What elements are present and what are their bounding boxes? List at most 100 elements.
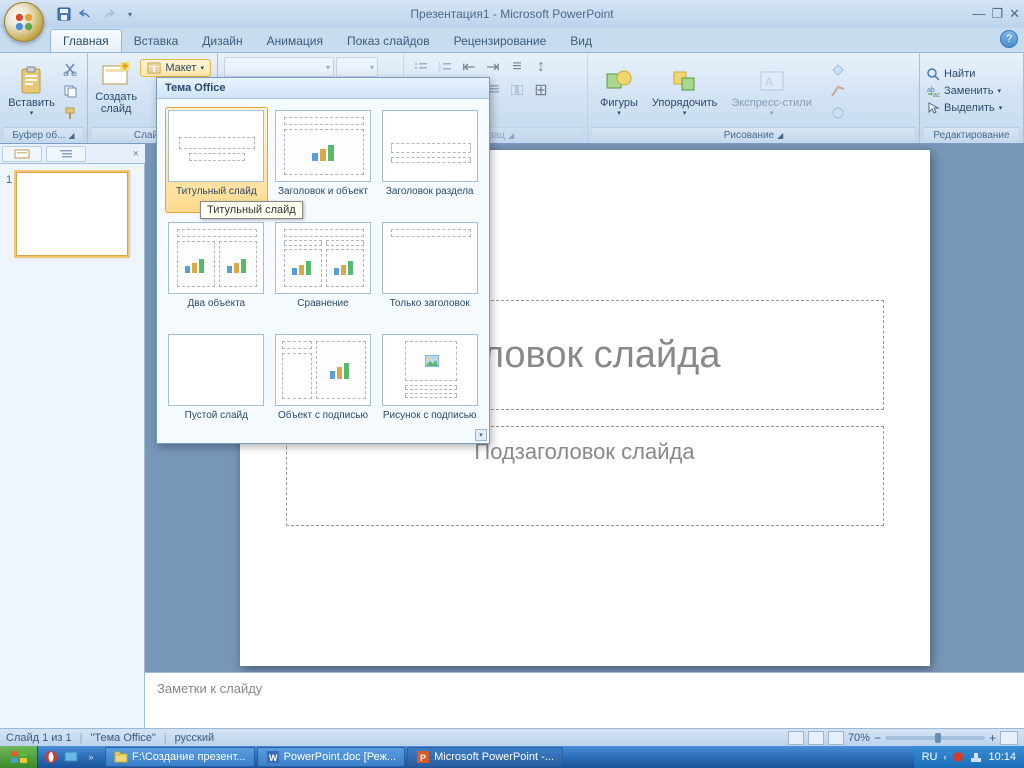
taskbar-item-explorer[interactable]: F:\Создание презент... — [105, 747, 255, 767]
smartart-icon[interactable]: ⊞ — [530, 80, 552, 100]
tab-review[interactable]: Рецензирование — [442, 30, 559, 52]
layout-gallery: Тема Office Титульный слайд Заголовок и … — [156, 77, 490, 444]
tab-insert[interactable]: Вставка — [122, 30, 191, 52]
arrange-button[interactable]: Упорядочить▾ — [646, 63, 723, 119]
numbering-icon[interactable]: 12 — [434, 57, 456, 77]
new-slide-icon — [100, 59, 132, 91]
ribbon-tabs: Главная Вставка Дизайн Анимация Показ сл… — [0, 28, 1024, 52]
font-family-combo[interactable] — [224, 57, 334, 77]
new-slide-button[interactable]: Создать слайд — [94, 57, 138, 117]
fit-window-icon[interactable] — [1000, 731, 1018, 745]
tab-home[interactable]: Главная — [50, 29, 122, 52]
zoom-level[interactable]: 70% — [848, 732, 870, 744]
columns-icon[interactable] — [506, 80, 528, 100]
find-button[interactable]: Найти — [926, 67, 1002, 81]
system-tray: RU ‹ 10:14 — [914, 746, 1024, 768]
layout-item-picture-caption[interactable]: Рисунок с подписью — [378, 331, 481, 437]
font-size-combo[interactable] — [336, 57, 378, 77]
ql-desktop-icon[interactable] — [62, 748, 80, 766]
copy-icon[interactable] — [59, 81, 81, 101]
tray-expand-icon[interactable]: ‹ — [943, 752, 946, 762]
new-slide-label: Создать слайд — [95, 91, 137, 115]
tray-network-icon[interactable] — [970, 751, 982, 763]
layout-item-comparison[interactable]: Сравнение — [272, 219, 375, 325]
svg-text:ac: ac — [933, 92, 940, 98]
gallery-header: Тема Office — [157, 78, 489, 99]
qat-customize-icon[interactable]: ▾ — [120, 4, 140, 24]
notes-pane[interactable]: Заметки к слайду — [145, 672, 1024, 728]
zoom-out-icon[interactable]: − — [874, 731, 881, 745]
ql-more-icon[interactable]: » — [82, 748, 100, 766]
text-direction-icon[interactable]: ↕ — [530, 57, 552, 77]
format-painter-icon[interactable] — [59, 103, 81, 123]
tray-shield-icon[interactable] — [952, 751, 964, 763]
sorter-view-icon[interactable] — [808, 731, 824, 745]
slides-tab-icon[interactable] — [2, 146, 42, 162]
select-button[interactable]: Выделить▾ — [926, 101, 1002, 115]
drawing-group-label: Рисование — [724, 130, 774, 141]
layout-item-title-only[interactable]: Только заголовок — [378, 219, 481, 325]
slideshow-view-icon[interactable] — [828, 731, 844, 745]
shape-effects-icon[interactable] — [824, 103, 852, 123]
layout-item-two-content[interactable]: Два объекта — [165, 219, 268, 325]
dialog-launcher-icon[interactable]: ◢ — [508, 131, 514, 140]
decrease-indent-icon[interactable]: ⇤ — [458, 57, 480, 77]
gallery-scroll-icon[interactable]: ▾ — [475, 429, 487, 441]
dialog-launcher-icon[interactable]: ◢ — [777, 131, 783, 140]
tab-slideshow[interactable]: Показ слайдов — [335, 30, 442, 52]
ribbon: Вставить ▾ Буфер об...◢ Создать слайд Ма… — [0, 52, 1024, 144]
title-bar: ▾ Презентация1 - Microsoft PowerPoint — … — [0, 0, 1024, 28]
status-language[interactable]: русский — [175, 732, 214, 744]
line-spacing-icon[interactable]: ≡ — [506, 57, 528, 77]
dialog-launcher-icon[interactable]: ◢ — [68, 131, 74, 140]
office-button[interactable] — [4, 2, 44, 42]
slide-thumbnail[interactable]: 1 — [0, 168, 144, 260]
normal-view-icon[interactable] — [788, 731, 804, 745]
ql-opera-icon[interactable] — [42, 748, 60, 766]
shapes-button[interactable]: Фигуры▾ — [594, 63, 644, 119]
layout-item-blank[interactable]: Пустой слайд — [165, 331, 268, 437]
minimize-icon[interactable]: — — [972, 6, 985, 22]
replace-button[interactable]: abacЗаменить▾ — [926, 84, 1002, 98]
shape-outline-icon[interactable] — [824, 81, 852, 101]
zoom-in-icon[interactable]: + — [989, 731, 996, 745]
notes-placeholder: Заметки к слайду — [157, 681, 262, 696]
shape-fill-icon[interactable] — [824, 59, 852, 79]
layout-item-section-header[interactable]: Заголовок раздела — [378, 107, 481, 213]
subtitle-placeholder-text: Подзаголовок слайда — [474, 439, 694, 465]
layout-item-content-caption[interactable]: Объект с подписью — [272, 331, 375, 437]
increase-indent-icon[interactable]: ⇥ — [482, 57, 504, 77]
tab-design[interactable]: Дизайн — [190, 30, 254, 52]
start-button[interactable] — [0, 746, 38, 768]
svg-text:W: W — [269, 753, 278, 763]
outline-tab-icon[interactable] — [46, 146, 86, 162]
tab-animation[interactable]: Анимация — [255, 30, 335, 52]
redo-icon[interactable] — [98, 4, 118, 24]
cut-icon[interactable] — [59, 59, 81, 79]
layout-label: Объект с подписью — [278, 410, 368, 434]
layout-button[interactable]: Макет▾ — [140, 59, 211, 77]
save-icon[interactable] — [54, 4, 74, 24]
tab-view[interactable]: Вид — [558, 30, 604, 52]
help-icon[interactable]: ? — [1000, 30, 1018, 48]
layout-item-title-slide[interactable]: Титульный слайд — [165, 107, 268, 213]
layout-item-title-content[interactable]: Заголовок и объект — [272, 107, 375, 213]
clipboard-icon — [16, 65, 48, 97]
taskbar-item-powerpoint[interactable]: P Microsoft PowerPoint -... — [407, 747, 563, 767]
task-label: Microsoft PowerPoint -... — [434, 751, 554, 763]
close-panel-icon[interactable]: × — [133, 148, 139, 160]
close-icon[interactable]: ✕ — [1009, 6, 1020, 22]
restore-icon[interactable]: ❐ — [991, 6, 1003, 22]
paste-button[interactable]: Вставить ▾ — [6, 63, 57, 119]
zoom-slider[interactable] — [885, 736, 985, 740]
svg-text:P: P — [420, 753, 426, 763]
tray-clock[interactable]: 10:14 — [988, 751, 1016, 763]
quick-access-toolbar: ▾ — [54, 4, 140, 24]
replace-icon: abac — [926, 84, 940, 98]
bullets-icon[interactable] — [410, 57, 432, 77]
undo-icon[interactable] — [76, 4, 96, 24]
tray-lang[interactable]: RU — [922, 751, 938, 763]
task-label: F:\Создание презент... — [132, 751, 246, 763]
quick-styles-button[interactable]: A Экспресс-стили▾ — [725, 63, 817, 119]
taskbar-item-word[interactable]: WPowerPoint.doc [Реж... — [257, 747, 406, 767]
